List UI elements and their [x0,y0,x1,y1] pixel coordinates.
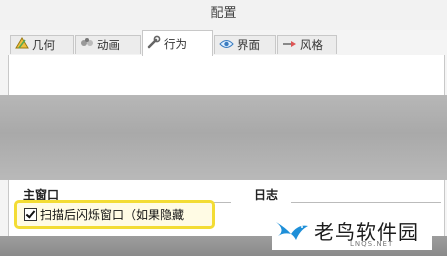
tab-bar: 几何 动画 行为 界面 风格 [8,30,445,56]
tab-geometry-label: 几何 [32,38,55,52]
flash-on-scan-checkbox[interactable] [24,207,37,221]
flash-on-scan-label: 扫描后闪烁窗口（如果隐藏 [40,207,185,222]
eye-icon [219,36,234,55]
watermark-url: LNQS.NET [350,240,394,248]
wrench-icon [147,32,161,58]
window-title: 配置 [0,0,447,30]
style-icon [282,36,297,55]
watermark: 老鸟软件园 LNQS.NET [272,214,432,250]
bird-logo-icon [274,218,310,250]
tab-interface-label: 界面 [237,38,260,52]
flash-on-scan-option[interactable]: 扫描后闪烁窗口（如果隐藏 [24,206,210,222]
tab-animation[interactable]: 动画 [75,35,141,54]
config-window: 配置 几何 动画 行为 界面 风格 主窗口 日志 扫描后闪烁窗口（如果隐藏 老鸟… [0,0,447,256]
blurred-region [0,95,447,180]
group-divider [291,202,441,203]
tab-geometry[interactable]: 几何 [10,35,74,54]
tab-style[interactable]: 风格 [277,35,337,54]
tab-style-label: 风格 [300,38,323,52]
tab-behavior-label: 行为 [164,37,187,51]
animation-icon [80,36,94,55]
tab-interface[interactable]: 界面 [214,35,276,54]
log-group-title: 日志 [254,188,279,202]
tab-animation-label: 动画 [97,38,120,52]
geometry-icon [15,36,29,55]
tab-behavior[interactable]: 行为 [142,30,213,56]
